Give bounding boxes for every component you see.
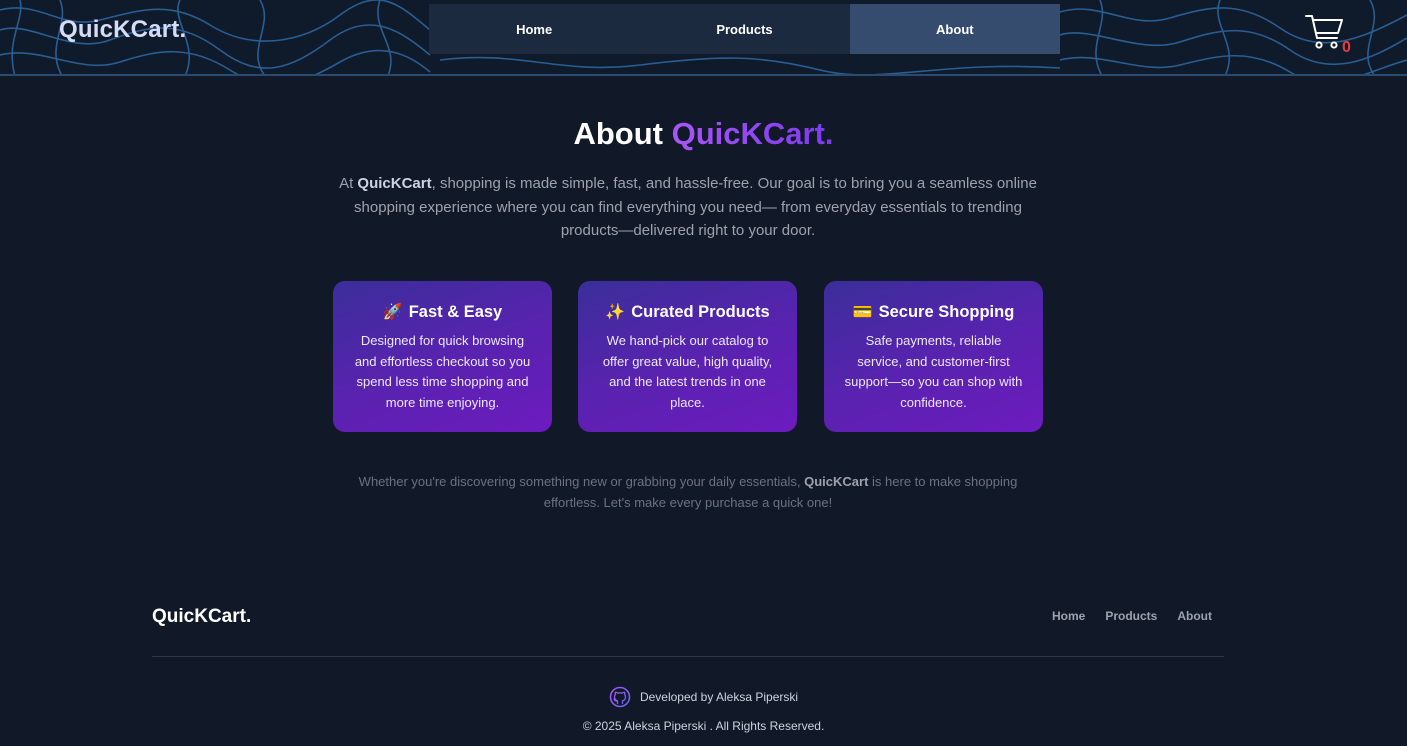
card-description: Safe payments, reliable service, and cus… [844,333,1023,410]
closing-statement: Whether you're discovering something new… [338,472,1038,513]
footer-divider [152,656,1224,657]
footer-link-products[interactable]: Products [1105,609,1157,623]
card-description: Designed for quick browsing and effortle… [354,333,531,410]
card-title: ✨ Curated Products [596,303,779,322]
developer-credit[interactable]: Developed by Aleksa Piperski [0,686,1407,708]
footer-nav: Home Products About [1052,609,1212,623]
feature-card-fast-easy: 🚀 Fast & Easy Designed for quick browsin… [333,281,552,432]
credit-text: Developed by Aleksa Piperski [639,690,799,704]
nav-home[interactable]: Home [429,4,639,54]
sparkles-icon: ✨ [605,303,626,321]
feature-card-curated-products: ✨ Curated Products We hand-pick our cata… [578,281,797,432]
feature-card-secure-shopping: 💳 Secure Shopping Safe payments, reliabl… [824,281,1043,432]
footer-brand-logo[interactable]: QuicKCart. [152,606,251,628]
page-title: About QuicKCart. [0,116,1407,152]
closing-brand: QuicKCart [804,474,869,489]
intro-brand: QuicKCart [357,175,432,192]
closing-before: Whether you're discovering something new… [358,474,801,489]
brand-logo[interactable]: QuicKCart. [59,16,186,44]
intro-rest: , shopping is made simple, fast, and has… [354,175,1037,239]
footer-link-about[interactable]: About [1177,609,1212,623]
about-intro: At QuicKCart, shopping is made simple, f… [338,172,1038,243]
card-title: 💳 Secure Shopping [842,303,1025,322]
card-title-text: Curated Products [631,303,770,321]
credit-card-icon: 💳 [852,303,873,321]
title-accent: QuicKCart. [671,116,834,151]
card-title-text: Secure Shopping [878,303,1015,321]
footer-link-home[interactable]: Home [1052,609,1085,623]
cart-count-badge: 0 [1342,39,1351,56]
title-prefix: About [573,116,663,151]
intro-lead: At [339,175,354,192]
nav-products[interactable]: Products [639,4,849,54]
cart-button[interactable]: 0 [1304,12,1354,58]
copyright-text: © 2025 Aleksa Piperski . All Rights Rese… [582,719,825,733]
site-header: QuicKCart. Home Products About 0 [0,0,1407,76]
rocket-icon: 🚀 [382,303,403,321]
github-icon [609,686,631,708]
feature-cards: 🚀 Fast & Easy Designed for quick browsin… [333,281,1044,432]
shopping-cart-icon [1305,15,1343,49]
card-description: We hand-pick our catalog to offer great … [602,333,773,410]
card-title: 🚀 Fast & Easy [351,303,534,322]
main-nav: Home Products About [429,4,1060,54]
card-title-text: Fast & Easy [408,303,503,321]
nav-about[interactable]: About [849,4,1060,54]
